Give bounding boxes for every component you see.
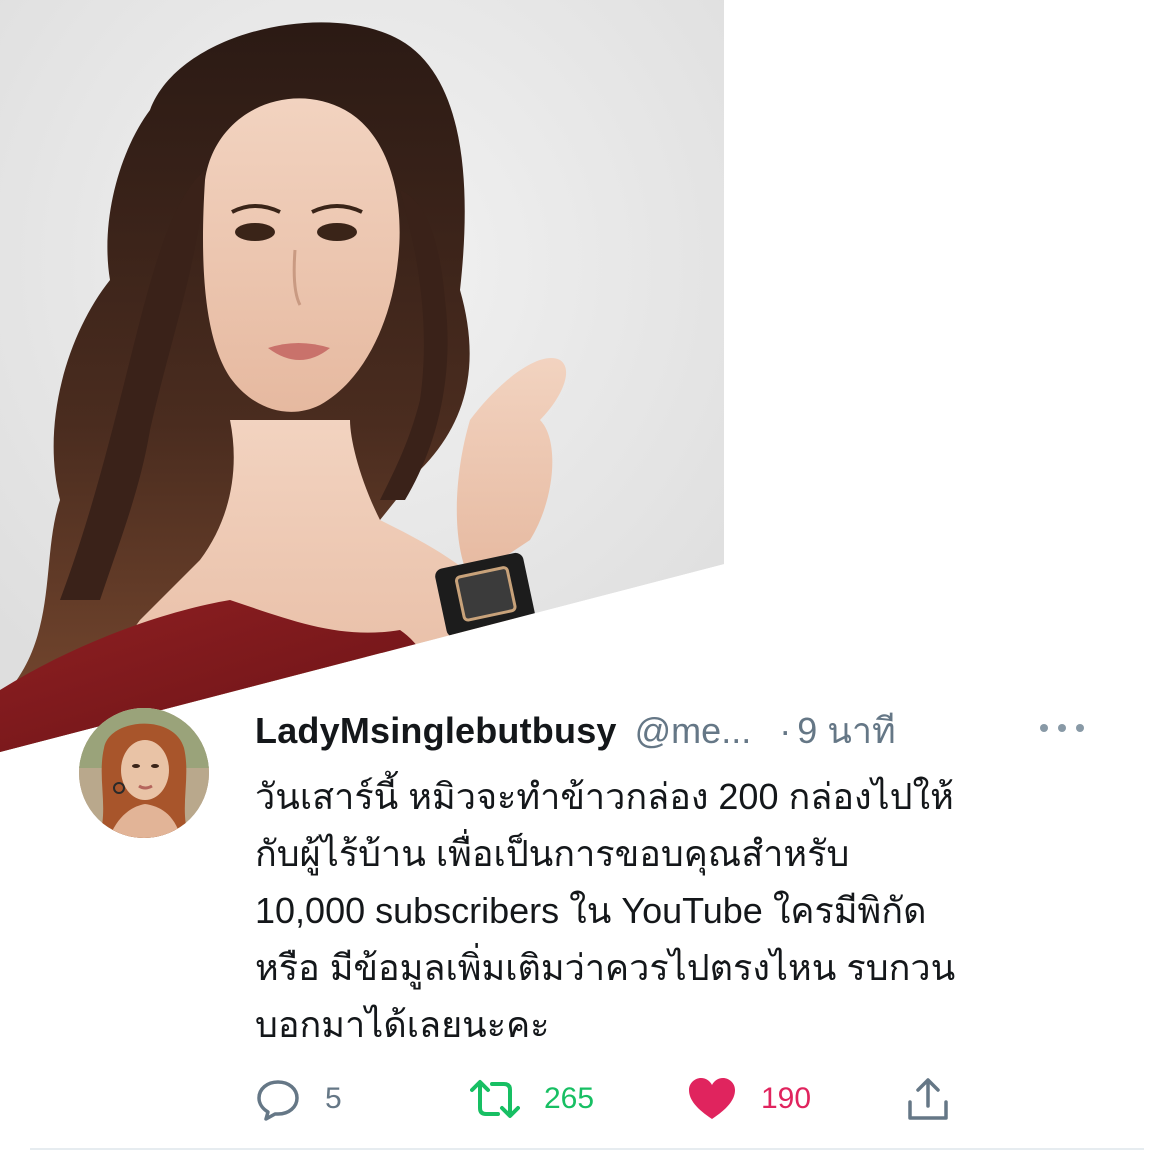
tweet-text-line: 10,000 subscribers ใน YouTube ใครมีพิกัด xyxy=(255,890,927,931)
screenshot-canvas: LadyMsinglebutbusy @me... · 9 นาที วันเส… xyxy=(0,0,1174,1174)
retweet-count: 265 xyxy=(544,1082,595,1115)
retweet-button[interactable]: 265 xyxy=(470,1074,594,1124)
portrait-photo xyxy=(0,0,724,752)
reply-count: 5 xyxy=(325,1082,342,1115)
display-name[interactable]: LadyMsinglebutbusy xyxy=(255,706,617,756)
divider xyxy=(30,1148,1144,1150)
tweet-text-line: วันเสาร์นี้ หมิวจะทำข้าวกล่อง 200 กล่องไ… xyxy=(255,776,954,817)
like-button[interactable]: 190 xyxy=(687,1074,811,1124)
user-handle[interactable]: @me... xyxy=(635,706,752,756)
tweet-text: วันเสาร์นี้ หมิวจะทำข้าวกล่อง 200 กล่องไ… xyxy=(255,768,1115,1053)
reply-button[interactable]: 5 xyxy=(255,1074,342,1124)
avatar[interactable] xyxy=(79,708,209,838)
tweet-actions: 5 265 190 xyxy=(255,1074,975,1124)
tweet-text-line: บอกมาได้เลยนะคะ xyxy=(255,1004,550,1045)
share-button[interactable] xyxy=(905,1074,951,1124)
more-dot xyxy=(1040,724,1048,732)
share-icon xyxy=(908,1078,948,1120)
separator-dot: · xyxy=(779,710,792,751)
tweet[interactable]: LadyMsinglebutbusy @me... · 9 นาที วันเส… xyxy=(0,700,1174,1174)
retweet-icon xyxy=(470,1080,520,1118)
reply-icon xyxy=(257,1080,299,1121)
tweet-text-line: หรือ มีข้อมูลเพิ่มเติมว่าควรไปตรงไหน รบก… xyxy=(255,947,956,988)
like-count: 190 xyxy=(761,1082,812,1115)
more-dot xyxy=(1058,724,1066,732)
tweet-header: LadyMsinglebutbusy @me... · 9 นาที xyxy=(255,706,896,756)
more-icon[interactable] xyxy=(1040,718,1084,738)
tweet-text-line: กับผู้ไร้บ้าน เพื่อเป็นการขอบคุณสำหรับ xyxy=(255,833,850,874)
more-dot xyxy=(1076,724,1084,732)
tweet-timestamp[interactable]: 9 นาที xyxy=(797,706,896,756)
heart-icon xyxy=(689,1078,735,1119)
